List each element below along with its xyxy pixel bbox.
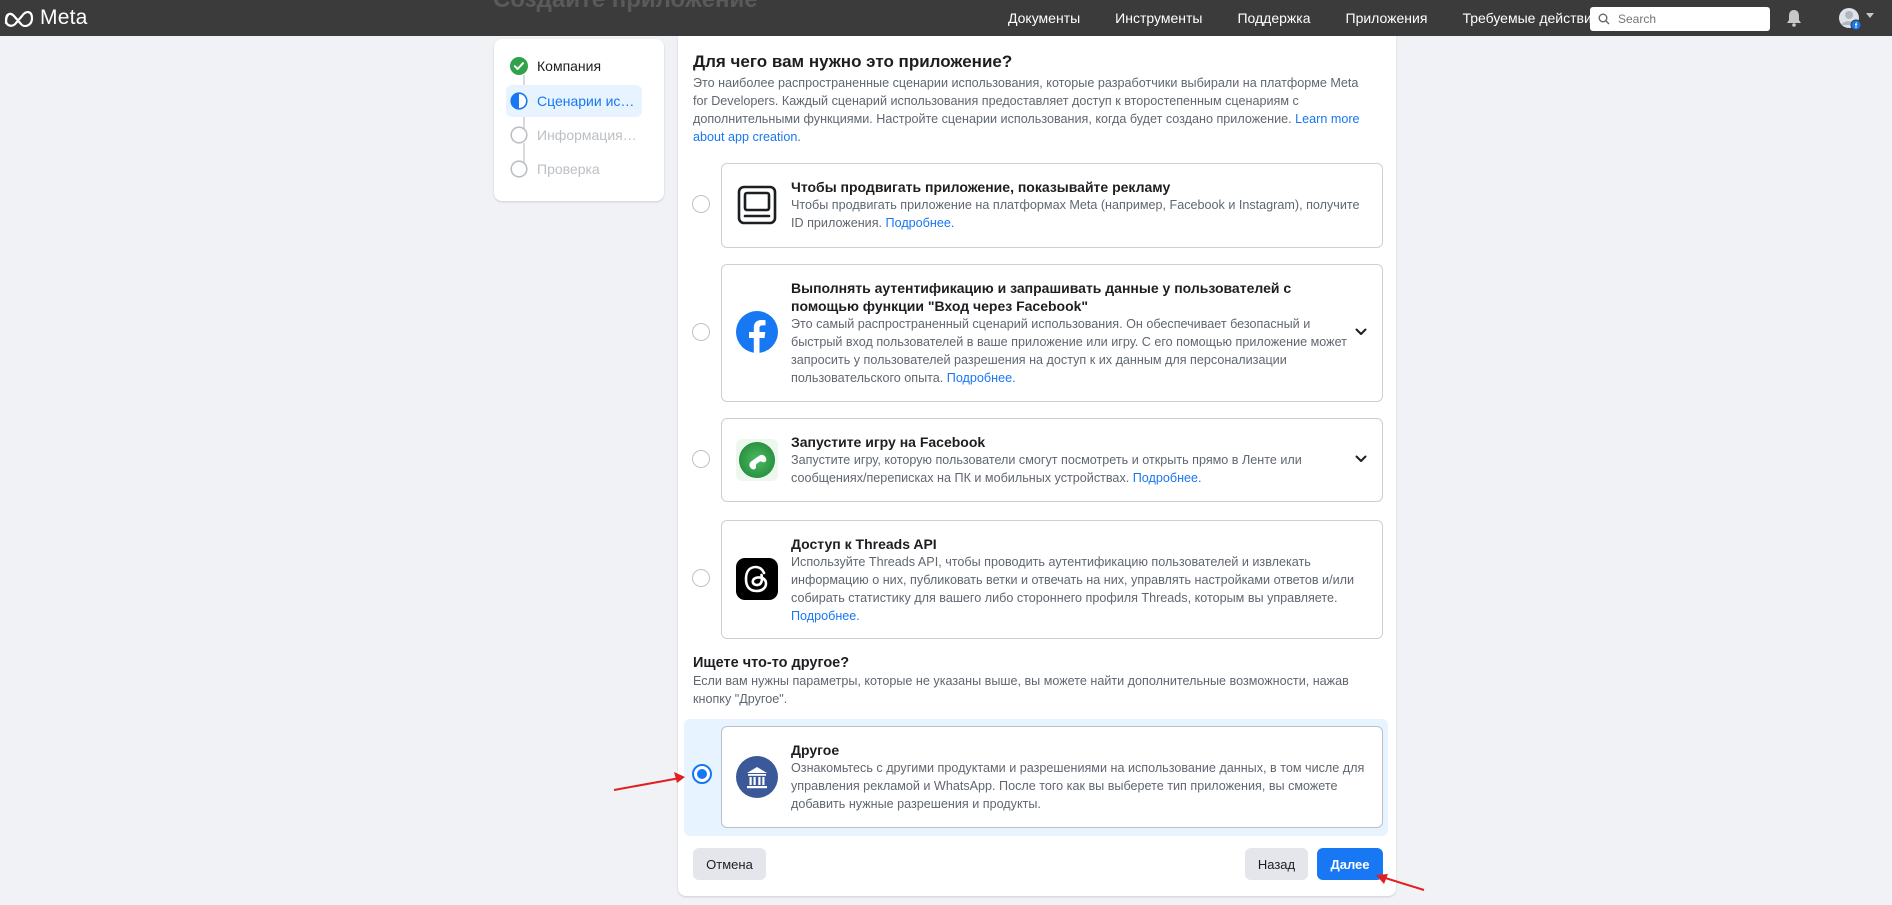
meta-logo[interactable]: Meta <box>0 0 88 36</box>
account-menu-caret-icon[interactable] <box>1866 13 1874 19</box>
intro-body: Это наиболее распространенные сценарии и… <box>693 76 1359 126</box>
step-label: Проверка <box>537 161 600 177</box>
chevron-down-icon[interactable] <box>1354 325 1368 339</box>
option-description: Ознакомьтесь с другими продуктами и разр… <box>791 761 1365 811</box>
option-other[interactable]: Другое Ознакомьтесь с другими продуктами… <box>721 726 1383 828</box>
annotation-arrow-icon <box>613 772 685 791</box>
option-desc-text: Чтобы продвигать приложение на платформа… <box>791 198 1360 230</box>
half-circle-progress-icon <box>510 92 528 110</box>
more-details-link[interactable]: Подробнее. <box>1133 471 1202 485</box>
meta-logo-text: Meta <box>40 6 88 29</box>
empty-circle-icon <box>510 160 528 178</box>
building-icon <box>736 756 778 798</box>
search-icon <box>1598 13 1610 25</box>
nav-required-actions[interactable]: Требуемые действия <box>1462 10 1599 26</box>
option-description: Это самый распространенный сценарий испо… <box>791 315 1351 387</box>
radio-dot <box>697 769 707 779</box>
nav-support[interactable]: Поддержка <box>1237 10 1310 26</box>
option-radio-selected[interactable] <box>692 764 712 784</box>
use-case-card: Для чего вам нужно это приложение? Это н… <box>678 36 1396 896</box>
option-desc-text: Используйте Threads API, чтобы проводить… <box>791 555 1354 605</box>
nav-apps[interactable]: Приложения <box>1346 10 1428 26</box>
option-description: Запустите игру, которую пользователи смо… <box>791 451 1311 487</box>
search-box[interactable] <box>1590 7 1770 31</box>
more-details-link[interactable]: Подробнее. <box>791 609 860 623</box>
meta-infinity-icon <box>4 11 34 27</box>
option-facebook-login[interactable]: Выполнять аутентификацию и запрашивать д… <box>721 264 1383 402</box>
empty-circle-icon <box>510 126 528 144</box>
notifications-bell-icon[interactable] <box>1786 9 1802 27</box>
top-navigation-bar: Создайте приложение Meta Документы Инстр… <box>0 0 1892 36</box>
check-circle-icon <box>510 57 528 75</box>
nav-tools[interactable]: Инструменты <box>1115 10 1202 26</box>
option-radio[interactable] <box>692 450 710 468</box>
option-description: Используйте Threads API, чтобы проводить… <box>791 553 1371 625</box>
game-controller-icon <box>736 439 778 481</box>
creation-stepper: Компания Сценарии исп... Информация ... … <box>494 39 664 201</box>
cancel-button[interactable]: Отмена <box>693 848 766 880</box>
option-radio[interactable] <box>692 323 710 341</box>
other-text: Если вам нужны параметры, которые не ука… <box>693 674 1349 706</box>
option-radio[interactable] <box>692 569 710 587</box>
step-review[interactable]: Проверка <box>506 153 642 185</box>
top-nav-links: Документы Инструменты Поддержка Приложен… <box>1008 0 1634 36</box>
option-title: Другое <box>791 742 840 758</box>
intro-text: Это наиболее распространенные сценарии и… <box>693 74 1373 146</box>
step-label: Информация ... <box>537 127 637 143</box>
user-avatar-icon[interactable]: f <box>1838 7 1862 31</box>
annotation-arrow-icon <box>1376 874 1425 891</box>
option-title: Чтобы продвигать приложение, показывайте… <box>791 179 1171 195</box>
more-details-link[interactable]: Подробнее. <box>947 371 1016 385</box>
facebook-icon <box>736 311 778 353</box>
option-desc-text: Это самый распространенный сценарий испо… <box>791 317 1347 385</box>
step-use-cases[interactable]: Сценарии исп... <box>506 85 642 117</box>
back-button[interactable]: Назад <box>1245 848 1308 880</box>
intro-end: . <box>797 130 801 144</box>
option-radio[interactable] <box>692 195 710 213</box>
page-header-ghost: Создайте приложение <box>493 0 758 14</box>
option-title: Запустите игру на Facebook <box>791 434 986 450</box>
page-title: Для чего вам нужно это приложение? <box>693 52 1013 71</box>
step-info[interactable]: Информация ... <box>506 119 642 151</box>
option-description: Чтобы продвигать приложение на платформа… <box>791 196 1371 232</box>
search-input[interactable] <box>1616 11 1760 27</box>
option-games[interactable]: Запустите игру на Facebook Запустите игр… <box>721 418 1383 502</box>
option-ads[interactable]: Чтобы продвигать приложение, показывайте… <box>721 163 1383 248</box>
step-label: Сценарии исп... <box>537 93 637 109</box>
monitor-icon <box>736 184 778 226</box>
option-threads[interactable]: Доступ к Threads API Используйте Threads… <box>721 520 1383 639</box>
option-desc-text: Запустите игру, которую пользователи смо… <box>791 453 1302 485</box>
nav-docs[interactable]: Документы <box>1008 10 1080 26</box>
option-title: Доступ к Threads API <box>791 536 937 552</box>
chevron-down-icon[interactable] <box>1354 452 1368 466</box>
threads-icon <box>736 558 778 600</box>
step-company[interactable]: Компания <box>506 50 642 82</box>
other-heading: Ищете что-то другое? <box>693 655 850 671</box>
option-title: Выполнять аутентификацию и запрашивать д… <box>791 280 1292 314</box>
step-label: Компания <box>537 58 602 74</box>
more-details-link[interactable]: Подробнее. <box>886 216 955 230</box>
